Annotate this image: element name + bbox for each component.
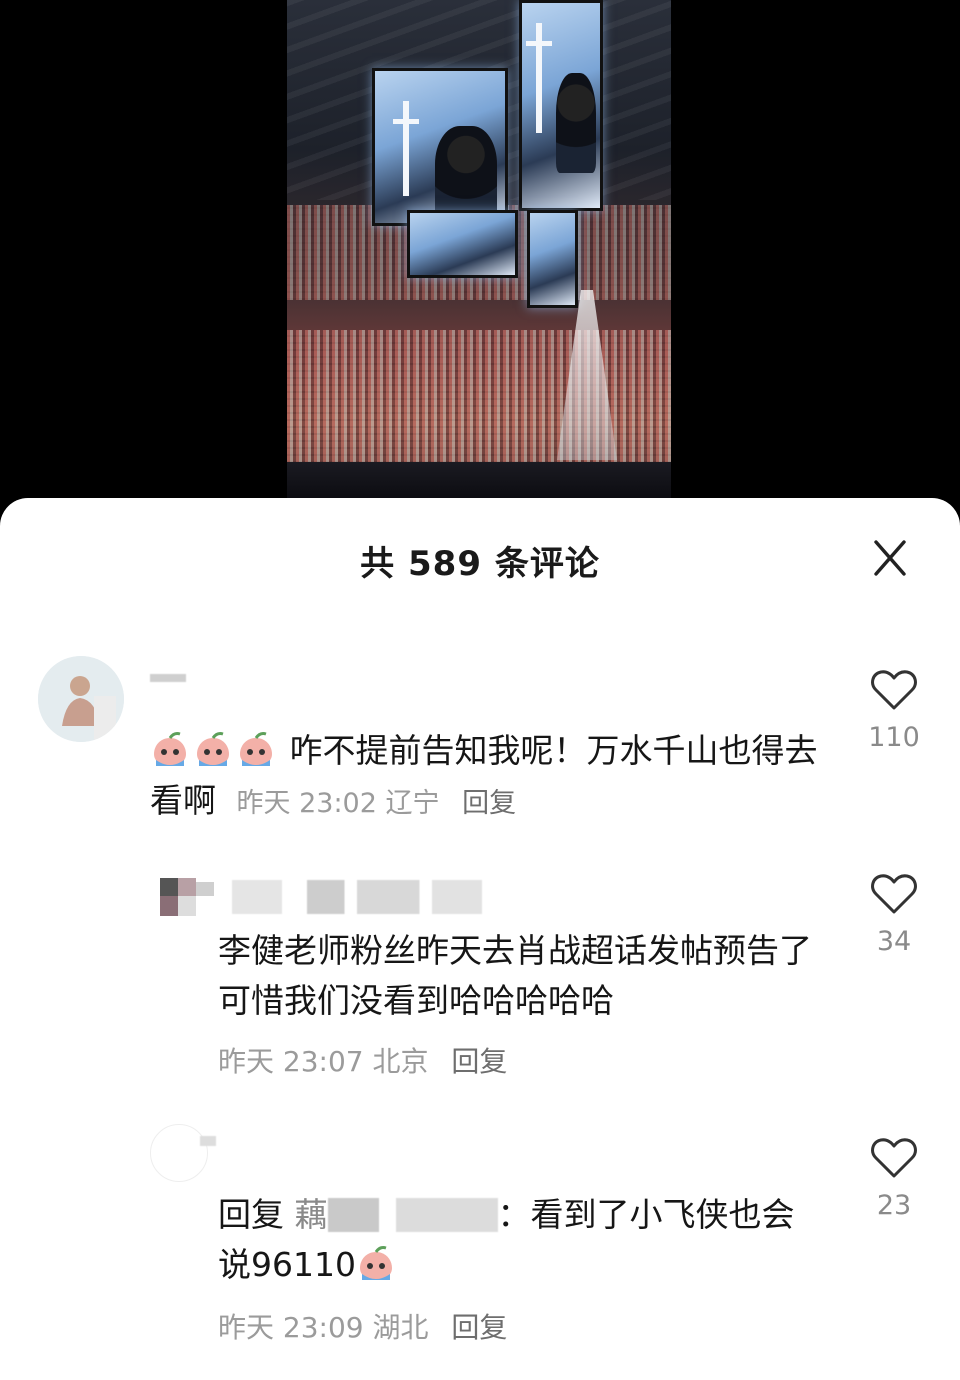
comment-meta: 昨天 23:02 辽宁 回复	[237, 788, 517, 819]
crying-peach-emoji	[197, 732, 229, 766]
comment-location: 北京	[372, 1045, 429, 1078]
crying-peach-emoji	[154, 732, 186, 766]
comment-text: 咋不提前告知我呢！万水千山也得去看啊 昨天 23:02 辽宁 回复	[150, 726, 840, 829]
username-redacted	[327, 1198, 498, 1232]
stage	[287, 462, 671, 500]
reply-button[interactable]: 回复	[462, 788, 516, 819]
comment-body: 回复 藕：看到了小飞侠也会说96110	[218, 1190, 818, 1290]
comment-location: 辽宁	[385, 788, 440, 819]
like-count: 34	[876, 926, 912, 957]
reply-button[interactable]: 回复	[451, 1311, 507, 1344]
heart-outline-icon	[871, 1138, 917, 1178]
heart-outline-icon	[871, 670, 917, 710]
reply-prefix: 回复	[218, 1195, 284, 1234]
username-redacted	[150, 674, 186, 682]
video-background[interactable]	[0, 0, 960, 520]
avatar-image	[38, 656, 124, 742]
comment-time: 昨天 23:07	[218, 1045, 364, 1078]
hanging-screen-side	[527, 210, 578, 308]
comment-sheet: 共 589 条评论 咋不提前告知我呢！万水千山也得去看啊 昨天 23:02 辽宁	[0, 498, 960, 1380]
close-icon	[874, 540, 906, 576]
username-redacted	[232, 880, 482, 914]
like-count: 110	[868, 722, 920, 753]
crying-peach-emoji	[240, 732, 272, 766]
comment-body: 李健老师粉丝昨天去肖战超话发帖预告了 可惜我们没看到哈哈哈哈哈	[218, 931, 812, 1020]
comment-count-title: 共 589 条评论	[360, 544, 600, 584]
hanging-screen-lower	[407, 210, 518, 278]
comment-item: 李健老师粉丝昨天去肖战超话发帖预告了 可惜我们没看到哈哈哈哈哈 昨天 23:07…	[0, 860, 960, 1078]
heart-outline-icon	[871, 874, 917, 914]
concert-video-frame[interactable]	[287, 0, 671, 500]
close-button[interactable]	[866, 534, 914, 582]
hanging-screen-left	[372, 68, 508, 226]
like-button[interactable]: 110	[858, 668, 930, 753]
avatar[interactable]	[150, 1124, 208, 1182]
comment-location: 湖北	[372, 1311, 429, 1344]
performer-image	[556, 73, 596, 173]
like-button[interactable]: 23	[858, 1136, 930, 1221]
like-button[interactable]: 34	[858, 872, 930, 957]
reply-to-name[interactable]: 藕	[295, 1195, 328, 1234]
crying-peach-emoji	[359, 1246, 392, 1280]
avatar[interactable]	[160, 860, 216, 916]
comment-meta: 昨天 23:07 北京 回复	[218, 1040, 507, 1080]
comment-time: 昨天 23:09	[218, 1311, 364, 1344]
hanging-screen-right	[519, 0, 603, 211]
comment-item: 咋不提前告知我呢！万水千山也得去看啊 昨天 23:02 辽宁 回复 110	[0, 656, 960, 836]
comment-meta: 昨天 23:09 湖北 回复	[218, 1306, 507, 1346]
screen-cross-icon	[526, 23, 552, 133]
username-redacted	[200, 1136, 216, 1146]
comment-time: 昨天 23:02	[236, 788, 377, 819]
like-count: 23	[876, 1190, 912, 1221]
avatar[interactable]	[38, 656, 124, 742]
comment-item: 回复 藕：看到了小飞侠也会说96110 昨天 23:09 湖北 回复 23	[0, 1124, 960, 1344]
emoji-group	[150, 731, 290, 770]
avatar-image	[160, 860, 216, 916]
performer-image	[435, 126, 497, 221]
reply-button[interactable]: 回复	[451, 1045, 507, 1078]
screen-cross-icon	[393, 101, 419, 196]
